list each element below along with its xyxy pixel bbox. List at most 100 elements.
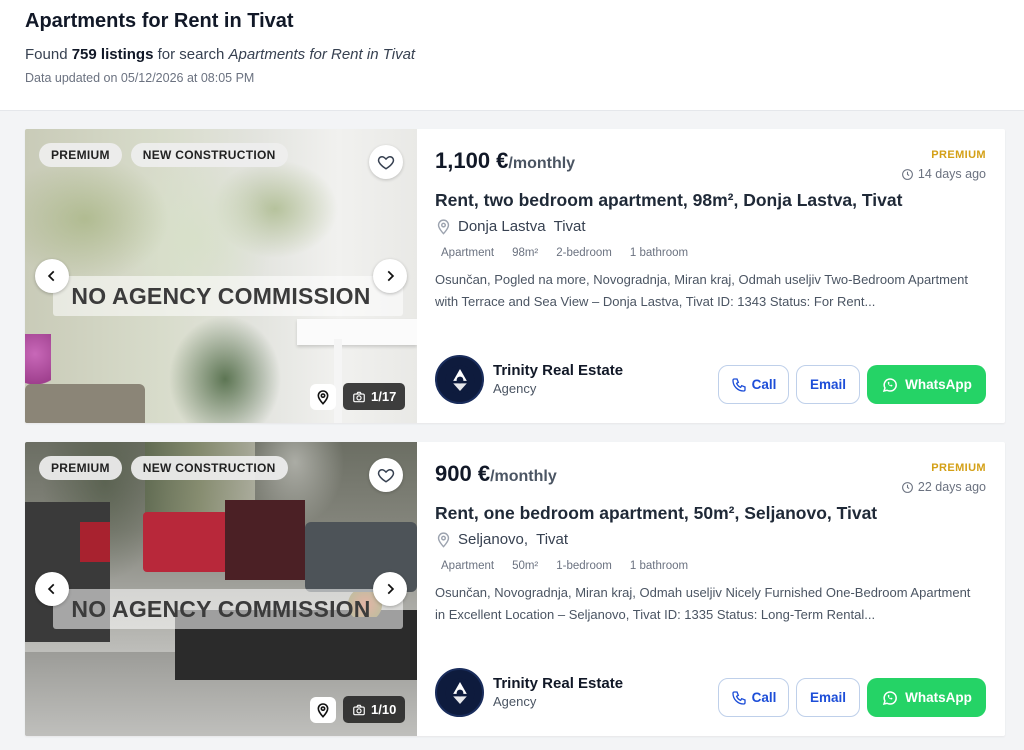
feature-type: Apartment xyxy=(441,247,495,259)
days-ago-text: 22 days ago xyxy=(917,480,986,494)
agency-logo xyxy=(435,668,484,717)
found-prefix: Found xyxy=(25,46,68,63)
call-label: Call xyxy=(751,377,777,392)
premium-label: PREMIUM xyxy=(931,462,986,474)
whatsapp-icon xyxy=(882,377,898,392)
camera-icon xyxy=(353,704,365,715)
favorite-button[interactable] xyxy=(369,458,403,492)
new-construction-badge: NEW CONSTRUCTION xyxy=(130,456,288,480)
favorite-button[interactable] xyxy=(369,145,403,179)
listing-description: Osunčan, Novogradnja, Miran kraj, Odmah … xyxy=(435,582,981,626)
whatsapp-button[interactable]: WhatsApp xyxy=(867,365,986,404)
agent-block[interactable]: Trinity Real Estate Agency xyxy=(435,355,623,404)
found-middle: for search xyxy=(157,46,225,63)
price-value: 900 € xyxy=(435,461,491,486)
trinity-logo-icon xyxy=(445,678,474,707)
description-text: Osunčan, Novogradnja, Miran kraj, Odmah … xyxy=(435,585,971,622)
photo-count-text: 1/17 xyxy=(371,389,397,404)
badge-row: PREMIUM NEW CONSTRUCTION xyxy=(39,456,288,480)
results-summary: Found 759 listings for search Apartments… xyxy=(25,45,999,65)
feature-bedrooms: 1-bedroom xyxy=(556,560,612,572)
map-pin-icon xyxy=(317,390,329,405)
chevron-right-icon xyxy=(387,270,395,282)
heart-icon xyxy=(377,155,395,170)
feature-bathrooms: 1 bathroom xyxy=(629,247,689,259)
email-button[interactable]: Email xyxy=(796,365,860,404)
page-title: Apartments for Rent in Tivat xyxy=(25,10,294,32)
clock-icon xyxy=(901,481,913,493)
price-period: /monthly xyxy=(490,468,557,485)
location-text: Seljanovo, Tivat xyxy=(458,531,569,548)
feature-bathrooms: 1 bathroom xyxy=(629,560,689,572)
next-photo-button[interactable] xyxy=(373,572,407,606)
no-commission-overlay: NO AGENCY COMMISSION xyxy=(71,596,371,622)
phone-icon xyxy=(731,690,746,705)
map-pin-button[interactable] xyxy=(310,384,336,410)
chevron-left-icon xyxy=(47,583,55,595)
no-commission-overlay: NO AGENCY COMMISSION xyxy=(71,283,371,309)
phone-icon xyxy=(731,377,746,392)
trinity-logo-icon xyxy=(445,365,474,394)
listing-title[interactable]: Rent, one bedroom apartment, 50m², Selja… xyxy=(435,502,987,524)
listing-card[interactable]: NO AGENCY COMMISSION PREMIUM NEW CONSTRU… xyxy=(25,442,1005,736)
location-pin-icon xyxy=(437,532,450,548)
agency-logo xyxy=(435,355,484,404)
data-updated: Data updated on 05/12/2026 at 08:05 PM xyxy=(25,71,255,85)
listing-location: Seljanovo, Tivat xyxy=(435,531,987,548)
agent-name[interactable]: Trinity Real Estate xyxy=(493,675,623,693)
listing-info: 1,100 €/monthly PREMIUM 14 days ago Rent… xyxy=(417,129,1005,423)
prev-photo-button[interactable] xyxy=(35,259,69,293)
premium-label: PREMIUM xyxy=(931,149,986,161)
next-photo-button[interactable] xyxy=(373,259,407,293)
whatsapp-icon xyxy=(882,690,898,705)
whatsapp-label: WhatsApp xyxy=(905,377,972,392)
email-label: Email xyxy=(809,377,847,392)
heart-icon xyxy=(377,468,395,483)
listing-photo[interactable]: NO AGENCY COMMISSION PREMIUM NEW CONSTRU… xyxy=(25,442,417,736)
whatsapp-button[interactable]: WhatsApp xyxy=(867,678,986,717)
whatsapp-label: WhatsApp xyxy=(905,690,972,705)
call-button[interactable]: Call xyxy=(718,678,789,717)
listing-info: 900 €/monthly PREMIUM 22 days ago Rent, … xyxy=(417,442,1005,736)
feature-bedrooms: 2-bedroom xyxy=(556,247,612,259)
map-pin-icon xyxy=(317,703,329,718)
location-pin-icon xyxy=(437,219,450,235)
results-count: 759 listings xyxy=(71,46,154,63)
page-header: Apartments for Rent in Tivat Found 759 l… xyxy=(0,0,1024,111)
agent-type: Agency xyxy=(493,380,537,396)
feature-list: Apartment 98m² 2-bedroom 1 bathroom xyxy=(435,247,987,259)
photo-count-text: 1/10 xyxy=(371,702,397,717)
chevron-right-icon xyxy=(387,583,395,595)
feature-list: Apartment 50m² 1-bedroom 1 bathroom xyxy=(435,560,987,572)
map-pin-button[interactable] xyxy=(310,697,336,723)
clock-icon xyxy=(901,168,913,180)
location-text: Donja Lastva Tivat xyxy=(458,218,586,235)
description-text: Osunčan, Pogled na more, Novogradnja, Mi… xyxy=(435,272,969,309)
feature-area: 50m² xyxy=(512,560,539,572)
call-button[interactable]: Call xyxy=(718,365,789,404)
listing-description: Osunčan, Pogled na more, Novogradnja, Mi… xyxy=(435,269,981,313)
agent-type: Agency xyxy=(493,693,537,709)
contact-actions: Call Email WhatsApp xyxy=(718,365,986,404)
listing-photo[interactable]: NO AGENCY COMMISSION PREMIUM NEW CONSTRU… xyxy=(25,129,417,423)
new-construction-badge: NEW CONSTRUCTION xyxy=(130,143,288,167)
photo-count[interactable]: 1/17 xyxy=(343,383,406,410)
posted-time: 14 days ago xyxy=(901,167,986,181)
price-period: /monthly xyxy=(508,155,576,172)
badge-row: PREMIUM NEW CONSTRUCTION xyxy=(39,143,288,167)
camera-icon xyxy=(353,391,365,402)
listing-card[interactable]: NO AGENCY COMMISSION PREMIUM NEW CONSTRU… xyxy=(25,129,1005,423)
listing-location: Donja Lastva Tivat xyxy=(435,218,987,235)
search-query: Apartments for Rent in Tivat xyxy=(228,46,416,63)
call-label: Call xyxy=(751,690,777,705)
premium-badge: PREMIUM xyxy=(39,143,122,167)
premium-badge: PREMIUM xyxy=(39,456,122,480)
agent-block[interactable]: Trinity Real Estate Agency xyxy=(435,668,623,717)
feature-area: 98m² xyxy=(512,247,539,259)
listing-title[interactable]: Rent, two bedroom apartment, 98m², Donja… xyxy=(435,189,987,211)
email-button[interactable]: Email xyxy=(796,678,860,717)
contact-actions: Call Email WhatsApp xyxy=(718,678,986,717)
agent-name[interactable]: Trinity Real Estate xyxy=(493,362,623,380)
prev-photo-button[interactable] xyxy=(35,572,69,606)
photo-count[interactable]: 1/10 xyxy=(343,696,406,723)
